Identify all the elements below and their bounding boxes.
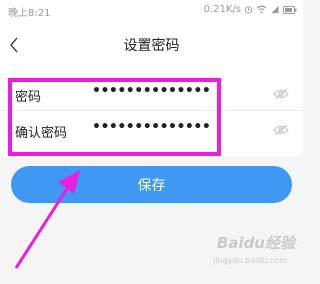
battery-icon [283,5,297,14]
navbar: 设置密码 [0,22,303,68]
annotation-highlight-box [8,78,221,156]
wifi-icon [256,5,267,14]
alarm-icon [244,6,253,14]
eye-icon[interactable] [273,124,289,136]
status-right: 0.21K/s [204,4,297,15]
status-bar: 晚上8:21 0.21K/s [0,0,303,22]
eye-icon[interactable] [273,88,289,100]
page-title: 设置密码 [123,38,180,54]
signal-icon [271,5,279,14]
network-speed: 0.21K/s [203,4,241,15]
watermark-url: jingyan.baidu.com [213,256,287,265]
status-time: 晚上8:21 [8,8,51,19]
watermark-brand: Baidu经验 [216,234,295,252]
save-button[interactable]: 保存 [11,166,292,203]
